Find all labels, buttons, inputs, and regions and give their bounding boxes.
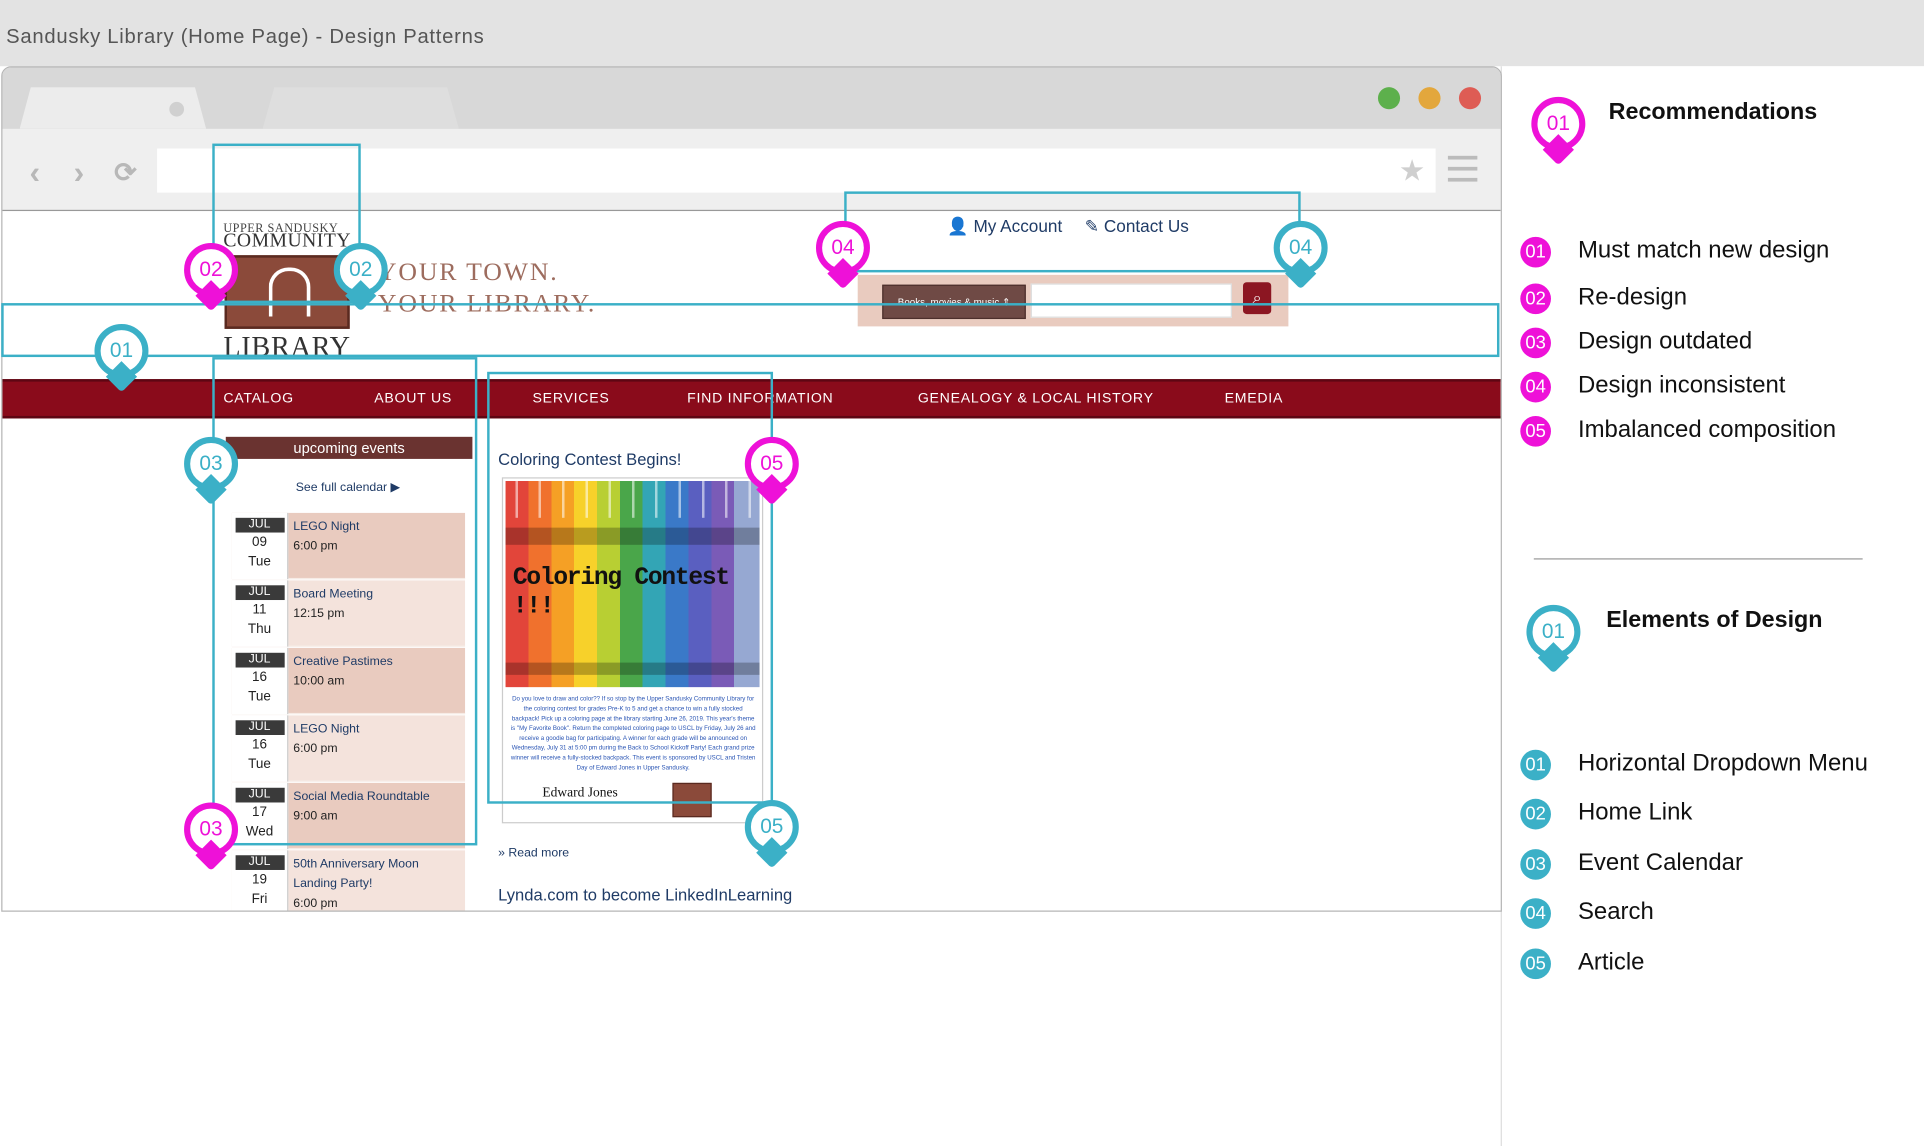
legend-num: 02 [1520, 283, 1551, 315]
legend-label: Design inconsistent [1577, 371, 1786, 399]
forward-icon[interactable]: › [74, 153, 85, 191]
legend-label: Home Link [1577, 798, 1693, 826]
minimize-light-icon[interactable] [1418, 87, 1441, 110]
pin-element-01: 01 [94, 323, 149, 393]
legend-label: Design outdated [1577, 327, 1753, 355]
maximize-light-icon[interactable] [1377, 87, 1401, 110]
legend-recommendations-pin: 01 [1531, 96, 1586, 166]
pin-recommendation-03: 03 [184, 802, 239, 871]
legend-label: Must match new design [1577, 236, 1830, 264]
event-title[interactable]: 50th Anniversary Moon Landing Party! [293, 855, 460, 894]
nav-genealogy[interactable]: GENEALOGY & LOCAL HISTORY [918, 391, 1154, 406]
search-highlight [844, 191, 1301, 273]
event-month: JUL [234, 855, 285, 870]
legend-elements-pin: 01 [1526, 604, 1581, 674]
legend-divider [1533, 558, 1863, 560]
article-highlight [487, 371, 774, 804]
legend-label: Imbalanced composition [1577, 415, 1837, 443]
next-article-title[interactable]: Lynda.com to become LinkedInLearning [498, 886, 792, 904]
legend-label: Event Calendar [1577, 849, 1743, 877]
legend-num: 01 [1520, 749, 1551, 781]
tagline-line-1: YOUR TOWN. [377, 256, 559, 286]
recommendations-title: Recommendations [1608, 99, 1818, 126]
reload-icon[interactable]: ⟳ [114, 157, 137, 189]
pin-recommendation-02: 02 [184, 242, 239, 312]
legend-num: 04 [1520, 371, 1551, 403]
pin-element-02: 02 [333, 242, 388, 312]
event-time: 6:00 pm [293, 896, 338, 911]
read-more-link[interactable]: » Read more [498, 847, 569, 860]
event-details: 50th Anniversary Moon Landing Party! 6:00… [288, 850, 465, 911]
event-day: 19 [252, 872, 268, 888]
browser-tab[interactable] [262, 87, 459, 129]
nav-emedia[interactable]: EMEDIA [1225, 391, 1284, 406]
menu-icon[interactable] [1447, 155, 1478, 183]
pin-element-03: 03 [184, 436, 239, 506]
legend-label: Re-design [1577, 283, 1688, 311]
elements-title: Elements of Design [1606, 607, 1823, 634]
tab-close-dot[interactable] [169, 101, 185, 117]
legend-num: 03 [1520, 849, 1551, 880]
legend-num: 04 [1520, 898, 1551, 929]
legend-num: 05 [1520, 948, 1551, 980]
close-light-icon[interactable] [1458, 87, 1482, 110]
legend-label: Article [1577, 948, 1645, 976]
document-title: Sandusky Library (Home Page) - Design Pa… [6, 25, 485, 48]
canvas: Sandusky Library (Home Page) - Design Pa… [0, 0, 1924, 1146]
back-icon[interactable]: ‹ [29, 153, 40, 191]
legend-num: 05 [1520, 415, 1551, 447]
menu-highlight [1, 303, 1500, 358]
pin-recommendation-05: 05 [744, 436, 799, 506]
event-weekday: Fri [251, 892, 268, 907]
bookmark-star-icon[interactable]: ★ [1399, 153, 1425, 189]
pin-element-04: 04 [1273, 220, 1328, 290]
legend-num: 03 [1520, 327, 1551, 359]
pin-element-05: 05 [744, 800, 799, 869]
legend-label: Search [1577, 898, 1654, 926]
legend-label: Horizontal Dropdown Menu [1577, 749, 1868, 777]
calendar-highlight [212, 357, 478, 846]
legend-num: 01 [1520, 236, 1551, 268]
event-item[interactable]: JUL 19 Fri 50th Anniversary Moon Landing P… [231, 850, 466, 911]
event-date: JUL 19 Fri [231, 850, 289, 911]
legend-num: 02 [1520, 798, 1551, 830]
pin-recommendation-04: 04 [815, 220, 870, 290]
